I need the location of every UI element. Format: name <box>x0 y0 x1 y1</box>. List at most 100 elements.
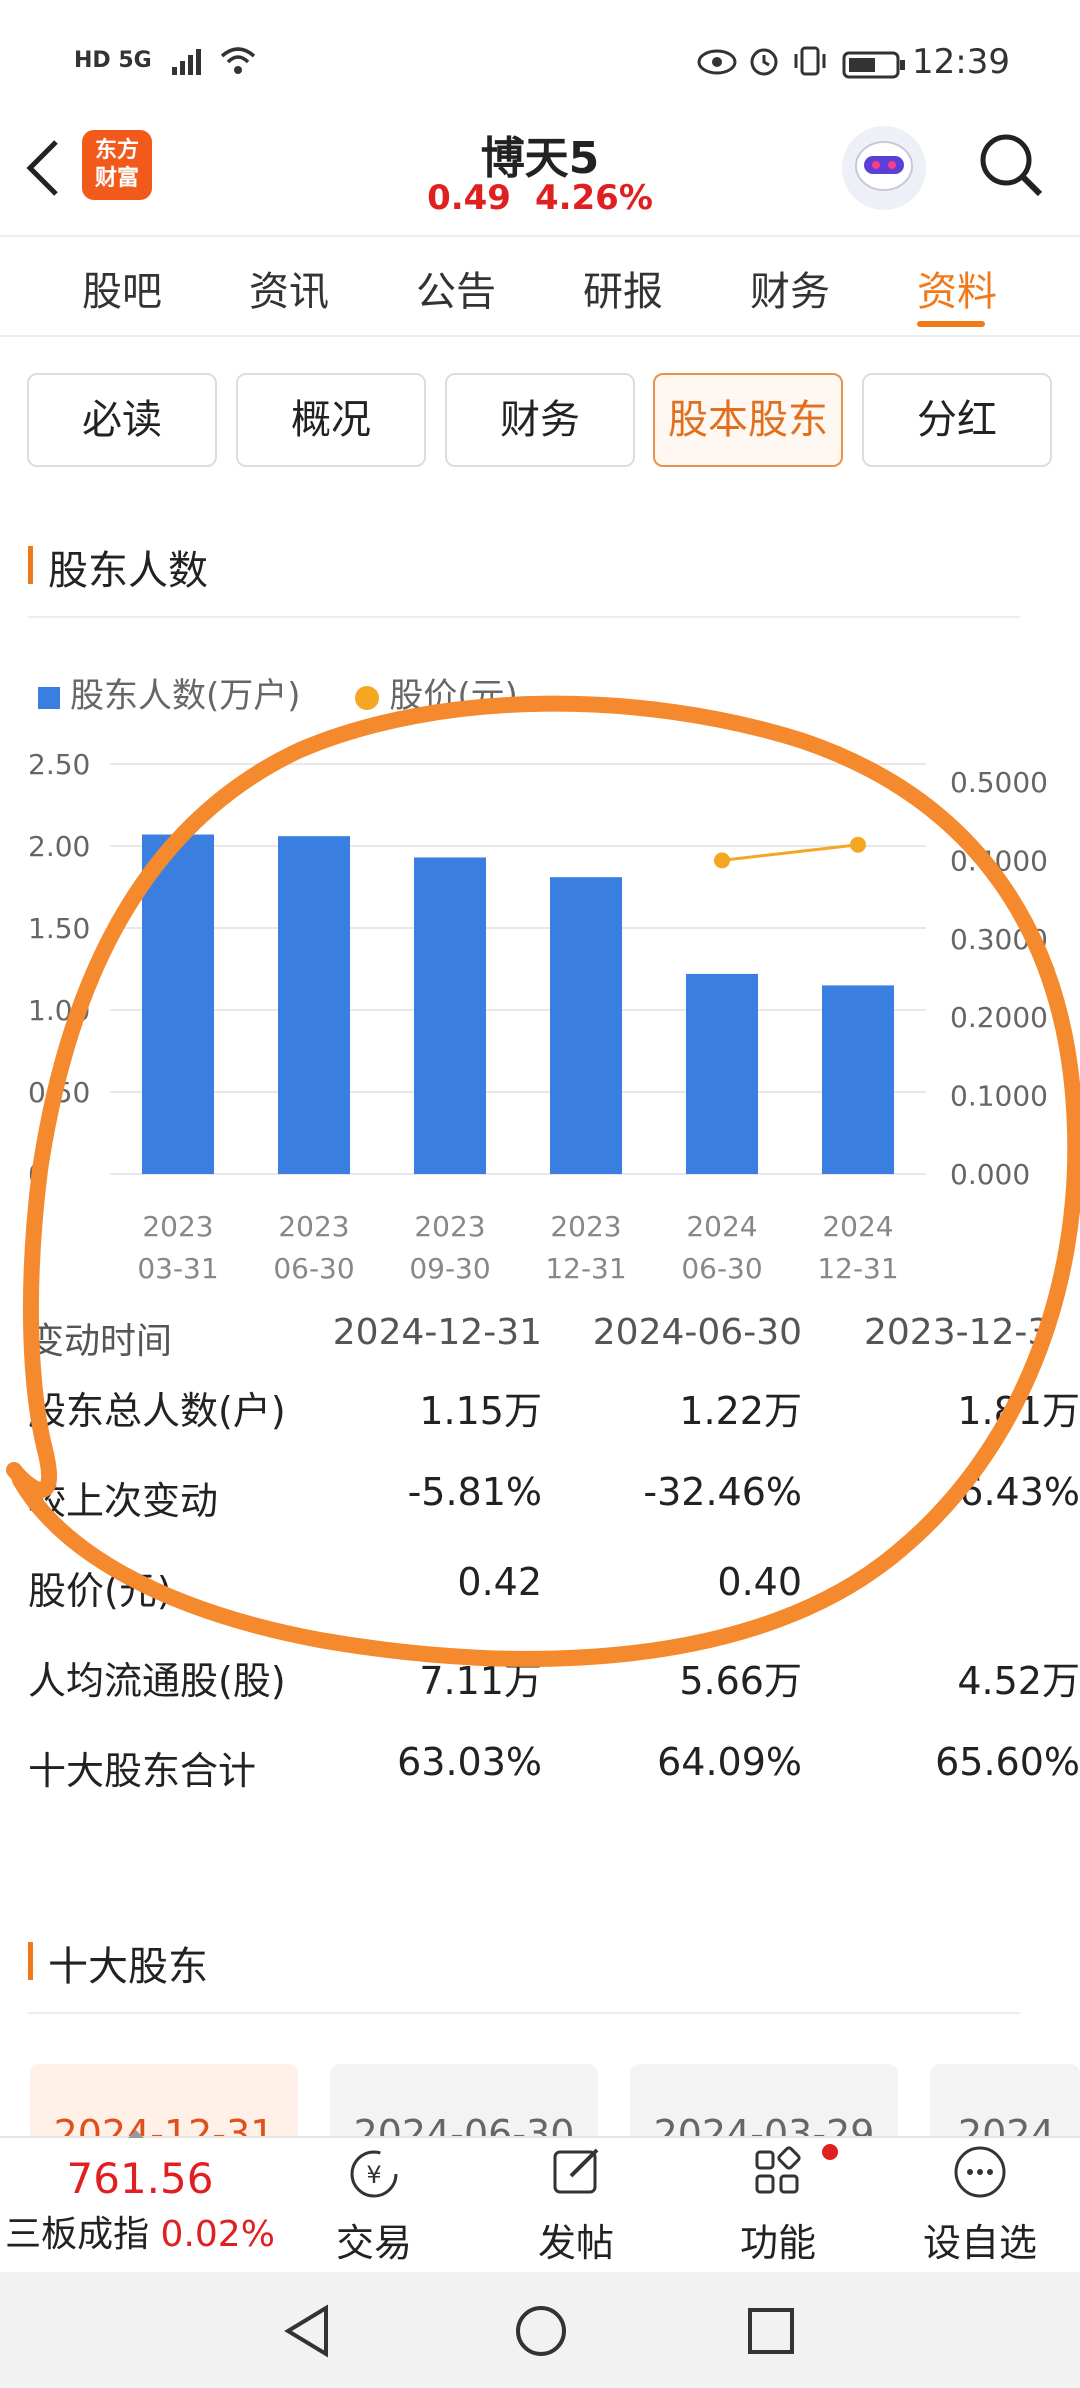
table-cell: 5.66万 <box>679 1659 802 1703</box>
search-button[interactable] <box>976 130 1046 204</box>
table-row-label: 股东总人数(户) <box>28 1389 286 1433</box>
yuan-exchange-icon: ¥ <box>350 2150 398 2198</box>
search-icon <box>980 134 1043 197</box>
notification-dot <box>822 2144 838 2160</box>
clock: 12:39 <box>912 42 1010 82</box>
square-recents-icon <box>748 2308 794 2354</box>
stock-change-pct: 4.26% <box>534 178 653 218</box>
x-tick-date: 09-30 <box>409 1252 490 1285</box>
legend-swatch-line <box>355 685 380 710</box>
trade-button[interactable]: ¥ 交易 <box>294 2138 454 2267</box>
table-cell: 63.03% <box>397 1740 542 1784</box>
functions-button[interactable]: 功能 <box>698 2138 858 2267</box>
index-widget[interactable]: 761.56 三板成指 0.02% <box>0 2154 280 2257</box>
x-tick-year: 2023 <box>142 1210 213 1243</box>
tab-research[interactable]: 研报 <box>563 259 683 317</box>
x-tick-year: 2023 <box>278 1210 349 1243</box>
legend-label-line: 股价(元) <box>389 676 518 716</box>
nav-recents-button[interactable] <box>746 2306 796 2360</box>
y-left-tick-label: 0.50 <box>28 1076 90 1109</box>
tab-announcements[interactable]: 公告 <box>396 259 516 317</box>
price-point <box>850 836 866 853</box>
chart-bar <box>414 857 486 1174</box>
chart-legend: 股东人数(万户) 股价(元) <box>38 668 518 717</box>
robot-icon <box>855 141 913 191</box>
battery-icon <box>842 48 908 88</box>
subtab-dividends[interactable]: 分红 <box>862 373 1052 467</box>
y-right-tick-label: 0.4000 <box>950 844 1048 877</box>
more-dots-icon <box>954 2146 1006 2198</box>
index-name: 三板成指 <box>5 2214 150 2255</box>
table-cell: 1.81万 <box>957 1389 1080 1433</box>
post-button[interactable]: 发帖 <box>496 2138 656 2267</box>
alarm-icon <box>746 44 782 87</box>
triangle-back-icon <box>284 2304 328 2358</box>
table-row-label: 股价(元) <box>28 1569 172 1613</box>
price-point <box>714 852 730 869</box>
x-tick-year: 2023 <box>550 1210 621 1243</box>
x-tick-year: 2023 <box>414 1210 485 1243</box>
y-left-tick-label: 1.00 <box>28 994 90 1027</box>
eye-icon <box>696 46 738 86</box>
bottom-toolbar: 761.56 三板成指 0.02% ¥ 交易 发帖 功能 设自选 <box>0 2130 1080 2272</box>
legend-swatch-bars <box>38 686 60 709</box>
legend-label-bars: 股东人数(万户) <box>70 676 301 716</box>
table-header-date-3: 2023-12-31 <box>864 1312 1044 1353</box>
x-tick-date: 03-31 <box>137 1252 218 1285</box>
nav-back-button[interactable] <box>282 2304 332 2362</box>
table-cell: -32.46% <box>643 1470 802 1514</box>
index-value: 761.56 <box>66 2154 214 2203</box>
x-tick-date: 12-31 <box>545 1252 626 1285</box>
nav-home-button[interactable] <box>514 2304 568 2362</box>
wifi-icon <box>174 44 258 87</box>
tab-guba[interactable]: 股吧 <box>62 259 182 317</box>
add-watchlist-button[interactable]: 设自选 <box>900 2138 1060 2267</box>
table-header-label: 变动时间 <box>28 1321 173 1362</box>
x-tick-year: 2024 <box>822 1210 893 1243</box>
table-header-date-1: 2024-12-31 <box>332 1312 542 1353</box>
y-right-tick-label: 0.3000 <box>950 923 1048 956</box>
table-header-date-2: 2024-06-30 <box>592 1312 802 1353</box>
section-title-top10: 十大股东 <box>48 1944 208 1990</box>
table-cell: 65.60% <box>935 1740 1080 1784</box>
subtab-shareholders[interactable]: 股本股东 <box>653 373 843 467</box>
circle-home-icon <box>516 2306 566 2356</box>
price-line <box>721 843 859 862</box>
subtab-finance[interactable]: 财务 <box>445 373 635 467</box>
main-tabs: 股吧 资讯 公告 研报 财务 资料 <box>0 235 1080 337</box>
chart-bar <box>686 973 758 1174</box>
tab-finance[interactable]: 财务 <box>730 259 850 317</box>
x-tick-date: 06-30 <box>273 1252 354 1285</box>
chart-bar <box>278 836 350 1174</box>
divider <box>28 616 1020 618</box>
subtab-must-read[interactable]: 必读 <box>27 373 217 467</box>
stock-price: 0.49 <box>427 178 511 218</box>
vibrate-icon <box>792 44 828 87</box>
index-change: 0.02% <box>160 2214 275 2255</box>
compose-icon <box>553 2148 599 2194</box>
y-left-tick-label: 2.00 <box>28 830 90 863</box>
table-row-label: 人均流通股(股) <box>28 1659 286 1703</box>
y-right-tick-label: 0.5000 <box>950 766 1048 799</box>
y-left-tick-label: 0 <box>28 1158 46 1191</box>
subtab-overview[interactable]: 概况 <box>236 373 426 467</box>
table-row-label: 较上次变动 <box>28 1479 219 1523</box>
table-cell: 0.40 <box>717 1560 802 1604</box>
system-nav-bar <box>0 2272 1080 2388</box>
section-accent-bar <box>28 546 33 584</box>
index-expand-icon <box>128 2130 144 2138</box>
table-cell: 1.15万 <box>419 1389 542 1433</box>
y-left-tick-label: 1.50 <box>28 912 90 945</box>
holders-chart: 2.50 2.00 1.50 1.00 0.50 0 0.5000 0.4000 0.3000 0… <box>28 748 1048 1285</box>
table-cell: 4.52万 <box>957 1659 1080 1703</box>
trade-label: 交易 <box>335 2221 412 2265</box>
y-right-tick-label: 0.1000 <box>950 1080 1048 1113</box>
section-title-holders: 股东人数 <box>48 548 208 594</box>
x-tick-date: 12-31 <box>817 1252 898 1285</box>
tab-news[interactable]: 资讯 <box>229 259 349 317</box>
chart-bar <box>822 985 894 1174</box>
active-tab-indicator <box>917 321 985 327</box>
chart-bar <box>550 877 622 1174</box>
tab-profile[interactable]: 资料 <box>897 259 1017 317</box>
ai-assistant-avatar[interactable] <box>842 126 926 210</box>
